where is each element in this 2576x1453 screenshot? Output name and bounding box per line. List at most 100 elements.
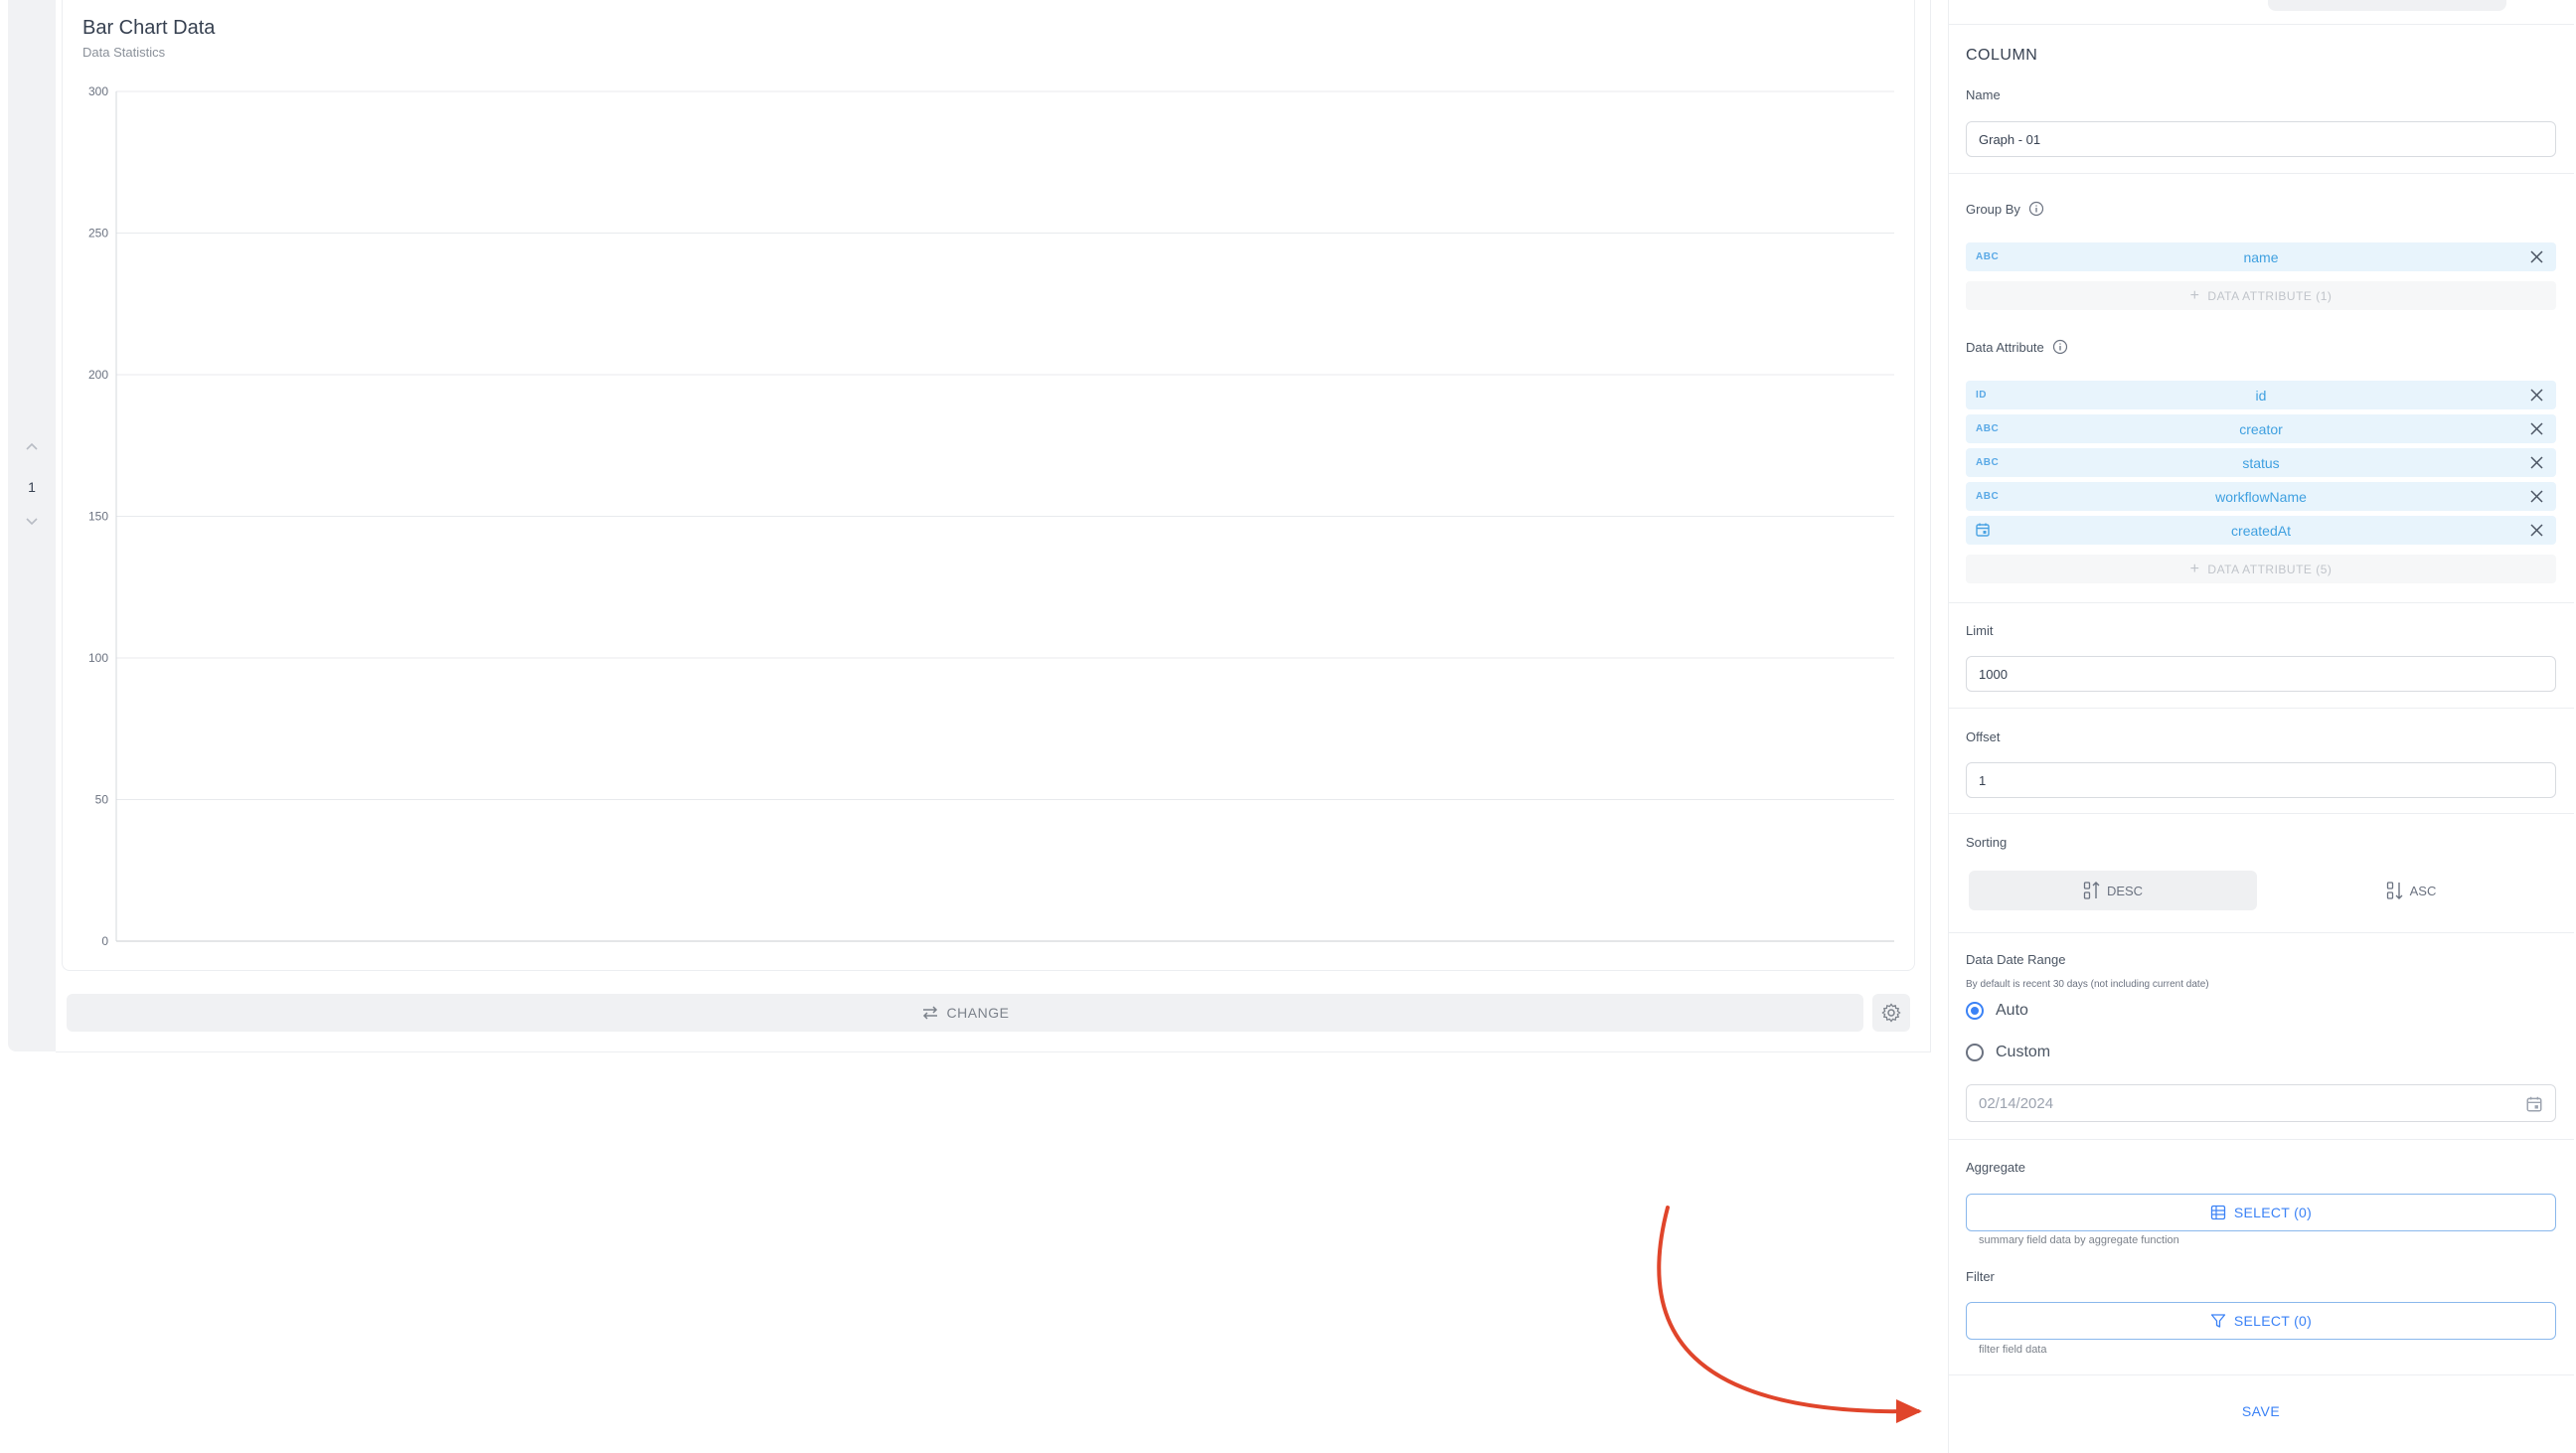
aggregate-label-text: Aggregate — [1966, 1160, 2025, 1175]
close-icon[interactable] — [2529, 455, 2544, 470]
sorting-label: Sorting — [1966, 835, 2007, 850]
change-chart-button[interactable]: CHANGE — [67, 994, 1863, 1032]
sort-desc-icon — [2083, 882, 2100, 899]
data-attribute-chip[interactable]: createdAt — [1966, 516, 2556, 545]
sorting-label-text: Sorting — [1966, 835, 2008, 850]
filter-label-text: Filter — [1966, 1269, 1995, 1284]
info-icon[interactable] — [2052, 339, 2068, 355]
filter-select-label: SELECT (0) — [2233, 1313, 2313, 1329]
radio-selected-icon — [1966, 1002, 1984, 1020]
filter-hint: filter field data — [1979, 1344, 2047, 1356]
chip-label: creator — [2239, 420, 2283, 437]
divider — [1948, 1374, 2574, 1375]
close-icon[interactable] — [2529, 523, 2544, 538]
sort-desc-button[interactable]: DESC — [1969, 871, 2257, 910]
limit-label-text: Limit — [1966, 623, 1994, 638]
info-icon[interactable] — [2028, 201, 2044, 217]
data-attribute-chip[interactable]: ABC creator — [1966, 414, 2556, 443]
date-range-label-text: Data Date Range — [1966, 952, 2066, 967]
data-attribute-chip[interactable]: ABC status — [1966, 448, 2556, 477]
y-tick-label: 100 — [88, 651, 108, 665]
limit-input[interactable]: 1000 — [1966, 656, 2556, 692]
divider — [1948, 932, 2574, 933]
sort-desc-label: DESC — [2106, 883, 2144, 898]
close-icon[interactable] — [2529, 388, 2544, 403]
close-icon[interactable] — [2529, 249, 2544, 264]
group-by-chip[interactable]: ABC name — [1966, 242, 2556, 271]
top-tab-button[interactable] — [2268, 0, 2506, 11]
divider — [1948, 173, 2574, 174]
y-tick-label: 150 — [88, 510, 108, 524]
limit-label: Limit — [1966, 623, 1993, 638]
offset-label: Offset — [1966, 729, 2000, 744]
aggregate-hint: summary field data by aggregate function — [1979, 1234, 2179, 1246]
data-attribute-label-text: Data Attribute — [1966, 339, 2044, 355]
data-attribute-chip[interactable]: ABC workflowName — [1966, 482, 2556, 511]
y-tick-label: 250 — [88, 227, 108, 241]
chip-label: id — [2255, 387, 2267, 404]
radio-custom[interactable]: Custom — [1966, 1044, 2050, 1061]
name-input[interactable]: Graph - 01 — [1966, 121, 2556, 157]
add-data-attribute-button[interactable]: + DATA ATTRIBUTE (5) — [1966, 555, 2556, 583]
add-group-by-label: DATA ATTRIBUTE (1) — [2207, 288, 2333, 303]
calendar-icon[interactable] — [2525, 1095, 2543, 1113]
group-by-label-text: Group By — [1966, 201, 2020, 217]
chip-label: workflowName — [2215, 488, 2307, 505]
name-label: Name — [1966, 87, 2001, 102]
filter-label: Filter — [1966, 1269, 1995, 1284]
divider — [1948, 1139, 2574, 1140]
add-group-by-button[interactable]: + DATA ATTRIBUTE (1) — [1966, 281, 2556, 310]
chip-label: createdAt — [2231, 522, 2291, 539]
plus-icon: + — [2189, 286, 2200, 304]
filter-select-button[interactable]: SELECT (0) — [1966, 1302, 2556, 1340]
y-tick-label: 300 — [88, 84, 108, 98]
sort-asc-button[interactable]: ASC — [2267, 871, 2555, 910]
left-rail: 1 — [8, 0, 56, 1051]
radio-custom-label: Custom — [1996, 1044, 2051, 1060]
date-input[interactable]: 02/14/2024 — [1966, 1084, 2556, 1122]
divider — [1948, 708, 2574, 709]
table-icon — [2210, 1205, 2226, 1220]
section-title: COLUMN — [1966, 47, 2038, 64]
date-range-label: Data Date Range — [1966, 952, 2065, 967]
y-tick-label: 200 — [88, 368, 108, 382]
page-number: 1 — [28, 479, 36, 495]
chip-label: status — [2242, 454, 2280, 471]
chart-subtitle: Data Statistics — [82, 45, 166, 60]
radio-unselected-icon — [1966, 1044, 1984, 1061]
swap-icon — [922, 1006, 937, 1020]
radio-auto-label: Auto — [1996, 1002, 2028, 1019]
name-label-text: Name — [1966, 87, 2001, 102]
radio-auto[interactable]: Auto — [1966, 1002, 2028, 1020]
sort-asc-label: ASC — [2409, 883, 2437, 898]
change-label: CHANGE — [946, 1005, 1010, 1021]
aggregate-select-button[interactable]: SELECT (0) — [1966, 1194, 2556, 1231]
aggregate-select-label: SELECT (0) — [2233, 1205, 2313, 1220]
data-attribute-label: Data Attribute — [1966, 339, 2068, 355]
divider — [1948, 24, 2574, 25]
gear-icon — [1881, 1003, 1901, 1023]
y-tick-label: 0 — [101, 934, 108, 948]
chevron-down-icon[interactable] — [24, 513, 40, 529]
data-attribute-chip[interactable]: ID id — [1966, 381, 2556, 409]
aggregate-label: Aggregate — [1966, 1160, 2025, 1175]
offset-input[interactable]: 1 — [1966, 762, 2556, 798]
chip-label: name — [2243, 248, 2279, 265]
chart-title: Bar Chart Data — [82, 17, 216, 39]
y-tick-label: 50 — [95, 793, 109, 807]
save-button[interactable]: SAVE — [1966, 1391, 2556, 1431]
chevron-up-icon[interactable] — [24, 439, 40, 455]
plus-icon: + — [2189, 560, 2200, 577]
sort-asc-icon — [2386, 882, 2403, 899]
group-by-label: Group By — [1966, 201, 2044, 217]
divider — [1948, 813, 2574, 814]
annotation-arrow — [1657, 1206, 1922, 1423]
date-placeholder: 02/14/2024 — [1979, 1094, 2054, 1112]
close-icon[interactable] — [2529, 489, 2544, 504]
chart-settings-button[interactable] — [1872, 994, 1910, 1032]
close-icon[interactable] — [2529, 421, 2544, 436]
add-data-attribute-label: DATA ATTRIBUTE (5) — [2207, 562, 2333, 576]
filter-icon — [2210, 1314, 2226, 1328]
offset-label-text: Offset — [1966, 729, 2001, 744]
bar-chart: 0 50 100 150 200 250 300 — [88, 84, 1894, 948]
